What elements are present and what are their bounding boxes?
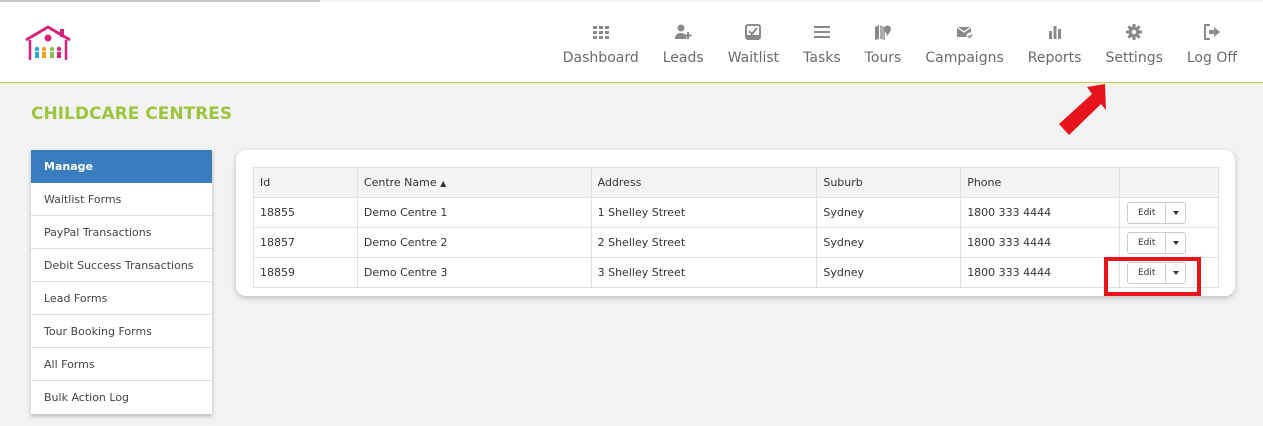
cell-phone: 1800 333 4444 bbox=[960, 197, 1120, 228]
cell-centre-name: Demo Centre 2 bbox=[356, 227, 592, 258]
table-row: 18855 Demo Centre 1 1 Shelley Street Syd… bbox=[253, 197, 1219, 228]
nav-tasks[interactable]: Tasks bbox=[791, 2, 853, 83]
nav-label: Campaigns bbox=[925, 50, 1004, 66]
annotation-arrow-icon bbox=[1059, 84, 1106, 135]
page-title: CHILDCARE CENTRES bbox=[31, 104, 233, 124]
sidebar-item-tour-booking-forms[interactable]: Tour Booking Forms bbox=[31, 315, 212, 348]
cell-address: 1 Shelley Street bbox=[590, 197, 818, 228]
edit-button-group: Edit bbox=[1127, 201, 1187, 224]
cell-suburb: Sydney bbox=[816, 227, 962, 258]
caret-down-icon bbox=[1172, 240, 1179, 245]
sidebar-item-lead-forms[interactable]: Lead Forms bbox=[31, 282, 212, 315]
table-row: 18859 Demo Centre 3 3 Shelley Street Syd… bbox=[253, 257, 1219, 288]
nav-label: Log Off bbox=[1186, 50, 1237, 66]
column-header-phone[interactable]: Phone bbox=[960, 167, 1120, 198]
cell-id: 18859 bbox=[253, 257, 358, 288]
sidebar-item-all-forms[interactable]: All Forms bbox=[31, 348, 212, 381]
sidebar-menu: Manage Waitlist Forms PayPal Transaction… bbox=[31, 150, 212, 414]
nav-log-off[interactable]: Log Off bbox=[1175, 2, 1249, 83]
top-header: Dashboard Leads Waitlist Tasks Tours Cam… bbox=[0, 2, 1263, 83]
nav-label: Reports bbox=[1027, 50, 1082, 66]
annotation-highlight-box bbox=[1104, 257, 1201, 296]
envelope-check-icon bbox=[955, 22, 975, 42]
edit-button-group: Edit bbox=[1127, 231, 1187, 254]
cell-phone: 1800 333 4444 bbox=[960, 257, 1120, 288]
column-header-id[interactable]: Id bbox=[253, 167, 358, 198]
cell-centre-name: Demo Centre 1 bbox=[356, 197, 592, 228]
edit-dropdown-toggle[interactable] bbox=[1166, 233, 1185, 253]
cell-address: 3 Shelley Street bbox=[590, 257, 818, 288]
edit-button[interactable]: Edit bbox=[1128, 202, 1167, 223]
nav-label: Dashboard bbox=[562, 50, 639, 66]
logo-house-icon[interactable] bbox=[22, 24, 74, 64]
nav-reports[interactable]: Reports bbox=[1016, 2, 1094, 83]
map-marker-icon bbox=[873, 22, 893, 42]
nav-label: Tasks bbox=[803, 50, 841, 66]
inbox-check-icon bbox=[743, 22, 763, 42]
sidebar-item-waitlist-forms[interactable]: Waitlist Forms bbox=[31, 183, 212, 216]
sidebar-item-bulk-action-log[interactable]: Bulk Action Log bbox=[31, 381, 212, 414]
column-header-address[interactable]: Address bbox=[590, 167, 818, 198]
user-plus-icon bbox=[673, 22, 693, 42]
list-icon bbox=[812, 22, 832, 42]
nav-leads[interactable]: Leads bbox=[651, 2, 716, 83]
bar-chart-icon bbox=[1045, 22, 1065, 42]
dashboard-grid-icon bbox=[591, 22, 611, 42]
nav-tours[interactable]: Tours bbox=[853, 2, 914, 83]
column-header-actions bbox=[1119, 167, 1219, 198]
sort-ascending-icon: ▲ bbox=[440, 179, 447, 188]
gear-icon bbox=[1124, 22, 1144, 42]
cell-phone: 1800 333 4444 bbox=[960, 227, 1120, 258]
nav-label: Leads bbox=[662, 50, 704, 66]
nav-dashboard[interactable]: Dashboard bbox=[551, 2, 651, 83]
centres-table: Id Centre Name ▲ Address Suburb Phone 18… bbox=[253, 167, 1219, 288]
nav-settings[interactable]: Settings bbox=[1093, 2, 1174, 83]
centres-table-card: Id Centre Name ▲ Address Suburb Phone 18… bbox=[236, 150, 1235, 296]
cell-actions: Edit bbox=[1119, 227, 1219, 258]
nav-waitlist[interactable]: Waitlist bbox=[716, 2, 791, 83]
sidebar-item-paypal-transactions[interactable]: PayPal Transactions bbox=[31, 216, 212, 249]
nav-label: Tours bbox=[864, 50, 902, 66]
sidebar-item-manage[interactable]: Manage bbox=[31, 150, 212, 183]
cell-centre-name: Demo Centre 3 bbox=[356, 257, 592, 288]
cell-address: 2 Shelley Street bbox=[590, 227, 818, 258]
edit-dropdown-toggle[interactable] bbox=[1166, 203, 1185, 223]
edit-button[interactable]: Edit bbox=[1128, 232, 1167, 253]
column-header-suburb[interactable]: Suburb bbox=[816, 167, 962, 198]
nav-label: Waitlist bbox=[727, 50, 780, 66]
main-nav: Dashboard Leads Waitlist Tasks Tours Cam… bbox=[551, 2, 1249, 83]
nav-label: Settings bbox=[1105, 50, 1163, 66]
nav-campaigns[interactable]: Campaigns bbox=[913, 2, 1015, 83]
cell-suburb: Sydney bbox=[816, 197, 962, 228]
column-header-centre-name[interactable]: Centre Name ▲ bbox=[356, 167, 592, 198]
cell-id: 18857 bbox=[253, 227, 358, 258]
table-header-row: Id Centre Name ▲ Address Suburb Phone bbox=[253, 167, 1219, 198]
cell-actions: Edit bbox=[1119, 197, 1219, 228]
sidebar-item-debit-success-transactions[interactable]: Debit Success Transactions bbox=[31, 249, 212, 282]
cell-id: 18855 bbox=[253, 197, 358, 228]
caret-down-icon bbox=[1172, 210, 1179, 215]
table-row: 18857 Demo Centre 2 2 Shelley Street Syd… bbox=[253, 227, 1219, 258]
cell-suburb: Sydney bbox=[816, 257, 962, 288]
sign-out-icon bbox=[1202, 22, 1222, 42]
